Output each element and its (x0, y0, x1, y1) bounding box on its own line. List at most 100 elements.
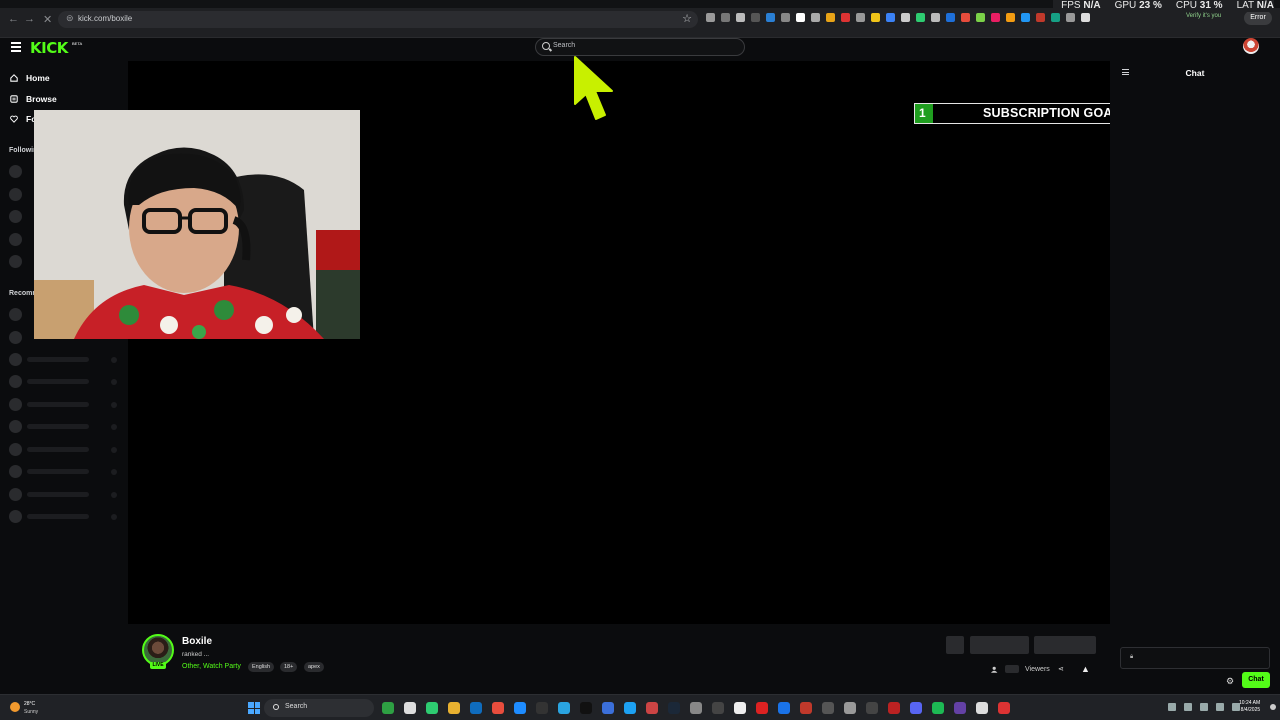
taskbar-app-icon[interactable] (448, 702, 460, 714)
extension-icon[interactable] (871, 13, 880, 22)
extension-icon[interactable] (721, 13, 730, 22)
site-info-icon[interactable]: ⊜ (66, 13, 74, 24)
viewer-count-placeholder (1005, 665, 1019, 673)
extension-icon[interactable] (961, 13, 970, 22)
taskbar-app-icon[interactable] (844, 702, 856, 714)
browse-icon (10, 95, 18, 103)
chrome-icon[interactable] (492, 702, 504, 714)
chat-input[interactable]: 🔒︎ (1120, 647, 1270, 669)
extension-icon[interactable] (991, 13, 1000, 22)
taskbar-app-icon[interactable] (690, 702, 702, 714)
spotify-icon[interactable] (932, 702, 944, 714)
extension-icon[interactable] (1081, 13, 1090, 22)
reload-icon[interactable]: ✕ (43, 13, 52, 26)
channel-placeholder (9, 443, 121, 456)
subscription-goal-current: 1 (919, 106, 926, 120)
address-bar[interactable]: ⊜ kick.com/boxile ☆ (58, 11, 698, 28)
forward-icon[interactable]: → (24, 13, 35, 25)
taskbar-app-icon[interactable] (954, 702, 966, 714)
network-icon[interactable] (1184, 703, 1192, 711)
extension-icon[interactable] (1066, 13, 1075, 22)
gear-icon[interactable]: ⚙ (1226, 676, 1234, 687)
kick-logo[interactable]: KICK (30, 39, 68, 57)
url-text: kick.com/boxile (78, 14, 133, 23)
extension-icon[interactable] (1051, 13, 1060, 22)
taskbar-app-icon[interactable] (800, 702, 812, 714)
extension-icon[interactable] (811, 13, 820, 22)
stream-category[interactable]: Other, Watch Party (182, 663, 241, 670)
share-icon[interactable]: ⋖ (1058, 665, 1064, 673)
action-button-placeholder[interactable] (946, 636, 964, 654)
taskbar-app-icon[interactable] (514, 702, 526, 714)
weather-temp: 28°C (24, 701, 36, 707)
taskbar-app-icon[interactable] (734, 702, 746, 714)
start-button[interactable] (248, 702, 260, 714)
extension-icon[interactable] (901, 13, 910, 22)
extension-icon[interactable] (886, 13, 895, 22)
discord-icon[interactable] (910, 702, 922, 714)
menu-icon[interactable] (11, 42, 21, 52)
taskbar-app-icon[interactable] (888, 702, 900, 714)
channel-placeholder (9, 353, 121, 366)
webcam-overlay (34, 110, 360, 339)
profile-verify-text[interactable]: Verify it's you (1186, 13, 1221, 19)
taskbar-app-icon[interactable] (602, 702, 614, 714)
back-icon[interactable]: ← (8, 13, 19, 25)
volume-icon[interactable] (1200, 703, 1208, 711)
chevron-up-icon[interactable] (1168, 703, 1176, 711)
taskbar-app-icon[interactable] (866, 702, 878, 714)
tag-chip[interactable]: English (248, 662, 275, 672)
search-input[interactable]: Search (535, 38, 745, 56)
taskbar-app-icon[interactable] (404, 702, 416, 714)
extension-icon[interactable] (826, 13, 835, 22)
action-button-placeholder[interactable] (1034, 636, 1096, 654)
taskbar-app-icon[interactable] (470, 702, 482, 714)
streamer-name[interactable]: Boxile (182, 636, 212, 647)
extension-icon[interactable] (1036, 13, 1045, 22)
taskbar-app-icon[interactable] (536, 702, 548, 714)
tiktok-icon[interactable] (580, 702, 592, 714)
sidebar-item-browse[interactable]: Browse (10, 92, 57, 106)
extension-icon[interactable] (841, 13, 850, 22)
extension-icon[interactable] (781, 13, 790, 22)
taskbar-app-icon[interactable] (646, 702, 658, 714)
extension-icon[interactable] (706, 13, 715, 22)
battery-icon[interactable] (1216, 703, 1224, 711)
report-icon[interactable]: ▲ (1081, 664, 1090, 674)
tag-chip[interactable]: apex (304, 662, 324, 672)
extension-icon[interactable] (751, 13, 760, 22)
extension-icon[interactable] (1021, 13, 1030, 22)
taskbar-app-icon[interactable] (712, 702, 724, 714)
error-chip[interactable]: Error (1244, 11, 1272, 25)
extension-icon[interactable] (856, 13, 865, 22)
sidebar-item-home[interactable]: Home (10, 71, 50, 85)
extension-icon[interactable] (736, 13, 745, 22)
action-button-placeholder[interactable] (970, 636, 1029, 654)
steam-icon[interactable] (668, 702, 680, 714)
notification-icon[interactable] (1270, 704, 1276, 710)
user-avatar[interactable] (1243, 38, 1259, 54)
extension-icon[interactable] (976, 13, 985, 22)
taskbar-app-icon[interactable] (426, 702, 438, 714)
taskbar-app-icon[interactable] (976, 702, 988, 714)
taskbar-app-icon[interactable] (756, 702, 768, 714)
stream-info: LIVE Boxile ranked ... Other, Watch Part… (128, 624, 1110, 694)
extension-icon[interactable] (796, 13, 805, 22)
bookmark-star-icon[interactable]: ☆ (682, 12, 692, 25)
taskbar-app-icon[interactable] (624, 702, 636, 714)
tag-chip[interactable]: 18+ (280, 662, 298, 672)
taskbar-search[interactable]: Search (264, 699, 374, 717)
extension-icon[interactable] (931, 13, 940, 22)
perf-fps: FPS N/A (1061, 0, 1101, 11)
taskbar-app-icon[interactable] (778, 702, 790, 714)
extension-icon[interactable] (1006, 13, 1015, 22)
chat-send-button[interactable]: Chat (1242, 672, 1270, 688)
taskbar-app-icon[interactable] (998, 702, 1010, 714)
telegram-icon[interactable] (558, 702, 570, 714)
clock[interactable]: 10:24 AM 8/4/2025 (1239, 700, 1260, 714)
taskbar-app-icon[interactable] (382, 702, 394, 714)
taskbar-app-icon[interactable] (822, 702, 834, 714)
extension-icon[interactable] (916, 13, 925, 22)
extension-icon[interactable] (766, 13, 775, 22)
extension-icon[interactable] (946, 13, 955, 22)
